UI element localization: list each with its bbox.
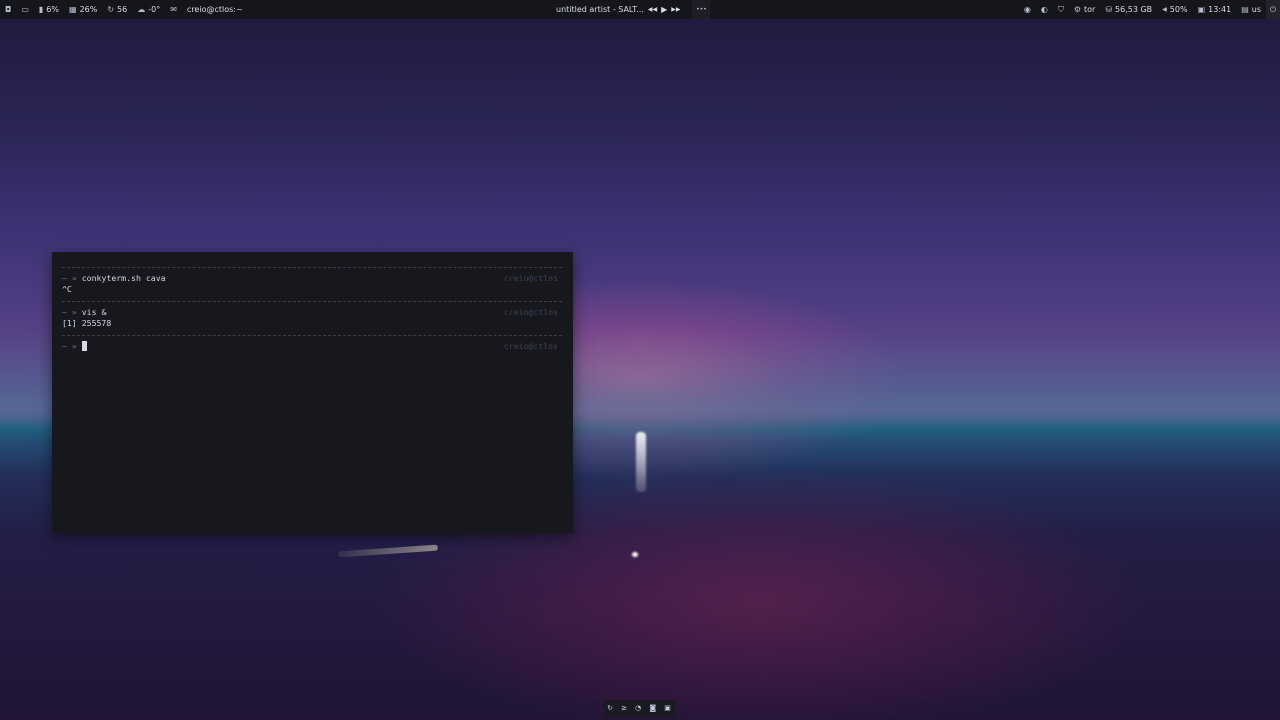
command-output: ^C (62, 284, 72, 294)
memory-module[interactable]: ▦ 26% (64, 0, 102, 19)
play-icon[interactable]: ▶ (661, 5, 667, 14)
separator-line (62, 301, 562, 302)
tor-label: tor (1083, 5, 1096, 14)
system-tray-dock: ↻ ≥ ◔ ◙ ▣ (603, 700, 675, 716)
media-title[interactable]: untitled artist - SALT... (556, 5, 644, 14)
volume-level: 50% (1169, 5, 1188, 14)
power-icon: ⏻ (1269, 4, 1277, 14)
updates-count: 56 (117, 5, 128, 14)
prompt-tilde: ~ (62, 273, 67, 283)
prompt-host: creio@ctlos (503, 341, 558, 351)
eye-icon: ◉ (1023, 5, 1031, 14)
disk-icon: ⛁ (1105, 5, 1113, 14)
weather-value: -0° (148, 5, 161, 14)
command-text: vis & (81, 307, 107, 317)
keyboard-icon: ▤ (1241, 5, 1249, 14)
volume-icon: ◀ (1162, 6, 1167, 13)
mail-module[interactable]: ✉ (165, 0, 182, 19)
weather-icon: ☁ (137, 5, 146, 14)
prompt-host: creio@ctlos (503, 273, 558, 283)
cpu-value: 6% (46, 5, 59, 14)
vpn-shield-icon: ⛉ (1057, 4, 1064, 14)
text-cursor (81, 341, 87, 351)
tor-icon: ⚙ (1073, 5, 1081, 14)
memory-icon: ▦ (69, 5, 77, 14)
next-track-icon[interactable]: ▶▶ (671, 6, 680, 13)
prompt-tilde: ~ (62, 341, 67, 351)
prompt-host: creio@ctlos (503, 307, 558, 317)
contrast-module[interactable]: ◐ (1036, 0, 1053, 19)
previous-track-icon[interactable]: ◀◀ (648, 6, 657, 13)
prompt-arrow: » (71, 307, 77, 317)
disk-free: 56,53 GB (1115, 5, 1153, 14)
memory-value: 26% (79, 5, 98, 14)
clock-module[interactable]: ▣ 13:41 (1193, 0, 1237, 19)
disk-module[interactable]: ⛁ 56,53 GB (1100, 0, 1157, 19)
more-options-icon[interactable]: ••• (692, 0, 711, 19)
command-text: conkyterm.sh cava (81, 273, 166, 283)
prompt-arrow: » (71, 341, 77, 351)
media-player-module: untitled artist - SALT... ◀◀ ▶ ▶▶ ••• (556, 0, 711, 19)
screenshot-icon[interactable]: ▣ (664, 704, 671, 712)
top-panel: ◘ ▭ ▮ 6% ▦ 26% ↻ 56 ☁ -0° ✉ creio@ctlos:… (0, 0, 1280, 19)
clock-time: 13:41 (1208, 5, 1232, 14)
command-output: [1] 255578 (62, 318, 112, 328)
separator-line (62, 335, 562, 336)
panel-right-modules: ◉ ◐ ⛉ ⚙ tor ⛁ 56,53 GB ◀ 50% ▣ 13:41 ▤ u… (1019, 0, 1280, 19)
rss-icon[interactable]: ◔ (635, 704, 641, 712)
prompt-tilde: ~ (62, 307, 67, 317)
sun-glint (632, 552, 638, 557)
discord-icon[interactable]: ◙ (649, 704, 656, 712)
window-title: creio@ctlos:~ (182, 0, 248, 19)
prompt-line: ~ » conkyterm.sh cava (62, 273, 166, 283)
sun-reflection (636, 432, 646, 492)
cpu-icon: ▮ (38, 5, 44, 14)
prompt-line: ~ » vis & (62, 307, 106, 317)
terminal-window[interactable]: ~ » conkyterm.sh cava creio@ctlos ^C ~ »… (52, 252, 573, 533)
menu-button[interactable]: ◘ (0, 0, 16, 19)
terminal-icon[interactable]: ≥ (621, 704, 627, 712)
volume-module[interactable]: ◀ 50% (1157, 0, 1192, 19)
updates-icon: ↻ (107, 5, 115, 14)
desktop-button[interactable]: ▭ (16, 0, 34, 19)
keyboard-layout: us (1251, 5, 1261, 14)
updates-module[interactable]: ↻ 56 (102, 0, 132, 19)
contrast-icon: ◐ (1040, 5, 1048, 14)
prompt-line[interactable]: ~ » (62, 341, 87, 351)
separator-line (62, 267, 562, 268)
tor-module[interactable]: ⚙ tor (1069, 0, 1101, 19)
output-text: ^C (62, 284, 72, 294)
keyboard-layout-module[interactable]: ▤ us (1236, 0, 1266, 19)
panel-left-modules: ◘ ▭ ▮ 6% ▦ 26% ↻ 56 ☁ -0° ✉ creio@ctlos:… (0, 0, 248, 19)
window-title-text: creio@ctlos:~ (186, 5, 243, 14)
calendar-icon: ▣ (1197, 5, 1206, 14)
vpn-module[interactable]: ⛉ (1053, 0, 1069, 19)
power-button[interactable]: ⏻ (1266, 0, 1280, 19)
eye-module[interactable]: ◉ (1019, 0, 1036, 19)
refresh-icon[interactable]: ↻ (607, 704, 613, 712)
prompt-arrow: » (71, 273, 77, 283)
weather-module[interactable]: ☁ -0° (132, 0, 165, 19)
mail-icon: ✉ (170, 5, 177, 14)
cpu-module[interactable]: ▮ 6% (34, 0, 64, 19)
monitor-icon: ▭ (21, 5, 29, 14)
shield-icon: ◘ (5, 5, 12, 14)
